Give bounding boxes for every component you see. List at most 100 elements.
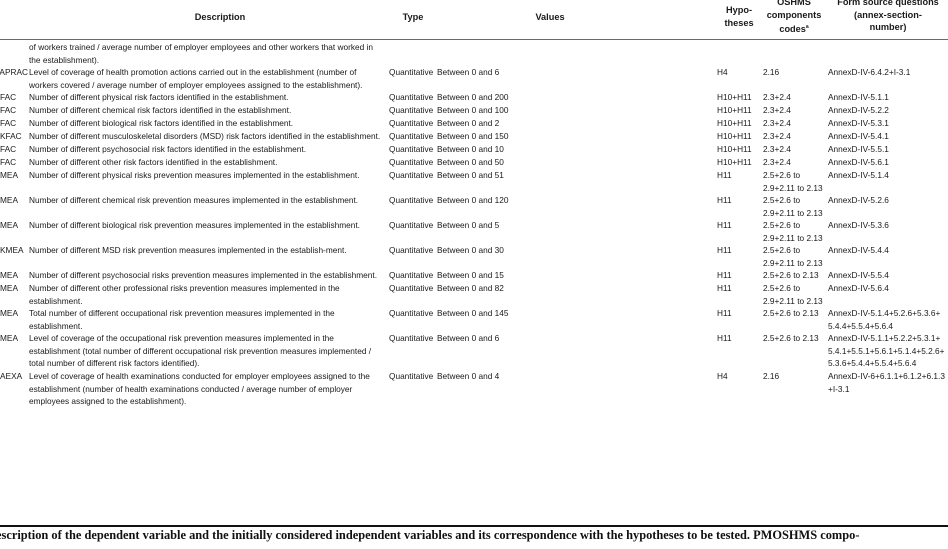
variable-form-source: AnnexD-IV-5.4.1: [828, 131, 889, 141]
variable-code-text: KFAC: [0, 131, 22, 141]
variable-code-text: MEA: [0, 308, 18, 318]
header-oshms-line2: components: [766, 9, 822, 20]
variable-hypotheses: H4: [717, 67, 728, 77]
variable-oshms-codes: 2.5+2.6 to 2.9+2.11 to 2.13: [763, 283, 823, 306]
variable-code: FAC: [0, 91, 28, 104]
table-row: Number of different MSD risk prevention …: [0, 244, 948, 269]
table-row: Total number of different occupational r…: [0, 307, 948, 332]
variable-values: Between 0 and 2: [437, 118, 500, 128]
variable-type: Quantitative: [389, 144, 434, 154]
variable-values: Between 0 and 82: [437, 283, 504, 293]
variable-description: Number of different MSD risk prevention …: [29, 245, 347, 255]
header-oshms-line1: OSHMS: [777, 0, 811, 7]
variable-type: Quantitative: [389, 105, 434, 115]
variable-code: AEXA: [0, 370, 28, 383]
variable-hypotheses: H10+H11: [717, 131, 752, 141]
variable-description: Number of different biological risk fact…: [29, 118, 294, 128]
header-oshms-codes: codes: [779, 24, 806, 34]
variable-oshms-codes: 2.5+2.6 to 2.13: [763, 308, 819, 318]
variable-description: Number of different musculoskeletal diso…: [29, 131, 381, 141]
variable-oshms-codes: 2.16: [763, 67, 780, 77]
variable-values: Between 0 and 50: [437, 157, 504, 167]
variable-description: Number of different chemical risk factor…: [29, 105, 292, 115]
variable-form-source: AnnexD-IV-6+6.1.1+6.1.2+6.1.3+I-3.1: [828, 371, 945, 394]
variable-code: FAC: [0, 156, 28, 169]
variable-code-text: FAC: [0, 144, 17, 154]
variable-hypotheses: H10+H11: [717, 144, 752, 154]
variable-oshms-codes: 2.3+2.4: [763, 157, 791, 167]
variable-code: MEA: [0, 307, 28, 320]
variable-oshms-codes: 2.3+2.4: [763, 118, 791, 128]
variable-description: Number of different physical risks preve…: [29, 170, 360, 180]
variable-type: Quantitative: [389, 245, 434, 255]
header-form-line1: Form source questions: [837, 0, 939, 7]
table-row: Number of different other professional r…: [0, 282, 948, 307]
header-type: Type: [402, 12, 424, 22]
table-row: Number of different other risk factors i…: [0, 156, 948, 169]
variable-form-source: AnnexD-IV-6.4.2+I-3.1: [828, 67, 911, 77]
variable-values: Between 0 and 5: [437, 220, 500, 230]
variable-code: FAC: [0, 104, 28, 117]
variable-oshms-codes: 2.3+2.4: [763, 144, 791, 154]
table-bottom-rule: [0, 525, 948, 527]
variable-oshms-codes: 2.3+2.4: [763, 92, 791, 102]
variable-oshms-codes: 2.5+2.6 to 2.9+2.11 to 2.13: [763, 170, 823, 193]
variable-code: MEA: [0, 219, 28, 232]
variable-hypotheses: H11: [717, 308, 732, 318]
variable-code: MEA: [0, 282, 28, 295]
variable-oshms-codes: 2.5+2.6 to 2.13: [763, 270, 819, 280]
header-form-source: Form source questions (annex-section- nu…: [826, 0, 948, 34]
header-hypotheses-line2: theses: [724, 17, 754, 28]
variable-form-source: AnnexD-IV-5.2.6: [828, 195, 889, 205]
variable-type: Quantitative: [389, 195, 434, 205]
table-row: Level of coverage of health examinations…: [0, 370, 948, 408]
variable-code-text: FAC: [0, 105, 17, 115]
variable-description: Level of coverage of health promotion ac…: [29, 67, 363, 90]
variable-values: Between 0 and 145: [437, 308, 509, 318]
variable-type: Quantitative: [389, 170, 434, 180]
variable-type: Quantitative: [389, 283, 434, 293]
variable-code: MEA: [0, 169, 28, 182]
variable-values: Between 0 and 6: [437, 333, 500, 343]
variable-oshms-codes: 2.5+2.6 to 2.9+2.11 to 2.13: [763, 195, 823, 218]
table-row: Number of different musculoskeletal diso…: [0, 130, 948, 143]
variable-code-text: MEA: [0, 220, 18, 230]
variable-type: Quantitative: [389, 67, 434, 77]
table-row: of workers trained / average number of e…: [0, 41, 948, 66]
header-oshms: OSHMS components codesa: [760, 0, 828, 36]
variable-code-text: MEA: [0, 333, 18, 343]
table-row: Number of different psychosocial risks p…: [0, 269, 948, 282]
variable-hypotheses: H11: [717, 333, 732, 343]
variable-description: Level of coverage of the occupational ri…: [29, 333, 372, 369]
variable-hypotheses: H10+H11: [717, 92, 752, 102]
variable-code-text: APRAC: [0, 67, 28, 77]
variable-code-text: FAC: [0, 92, 17, 102]
variable-type: Quantitative: [389, 157, 434, 167]
variable-type: Quantitative: [389, 220, 434, 230]
variable-code: FAC: [0, 143, 28, 156]
variable-hypotheses: H4: [717, 371, 728, 381]
variable-hypotheses: H11: [717, 195, 732, 205]
variable-values: Between 0 and 6: [437, 67, 500, 77]
variable-values: Between 0 and 4: [437, 371, 500, 381]
variable-type: Quantitative: [389, 333, 434, 343]
variable-description: of workers trained / average number of e…: [29, 42, 374, 65]
variable-code: MEA: [0, 194, 28, 207]
document-page: e Description Type Values Hypo- theses O…: [0, 0, 948, 549]
variable-values: Between 0 and 150: [437, 131, 509, 141]
table-row: Number of different biological risk prev…: [0, 219, 948, 244]
header-oshms-line3: codesa: [760, 21, 828, 36]
variable-hypotheses: H11: [717, 245, 732, 255]
table-caption: escription of the dependent variable and…: [0, 528, 860, 542]
variable-code: APRAC: [0, 66, 28, 79]
variable-values: Between 0 and 30: [437, 245, 504, 255]
variable-code-text: AEXA: [0, 371, 23, 381]
variable-oshms-codes: 2.3+2.4: [763, 105, 791, 115]
variable-type: Quantitative: [389, 118, 434, 128]
variable-oshms-codes: 2.5+2.6 to 2.13: [763, 333, 819, 343]
variable-type: Quantitative: [389, 92, 434, 102]
variable-code-text: FAC: [0, 157, 17, 167]
variable-values: Between 0 and 200: [437, 92, 509, 102]
variable-type: Quantitative: [389, 308, 434, 318]
header-form-line2: (annex-section-: [854, 9, 922, 20]
